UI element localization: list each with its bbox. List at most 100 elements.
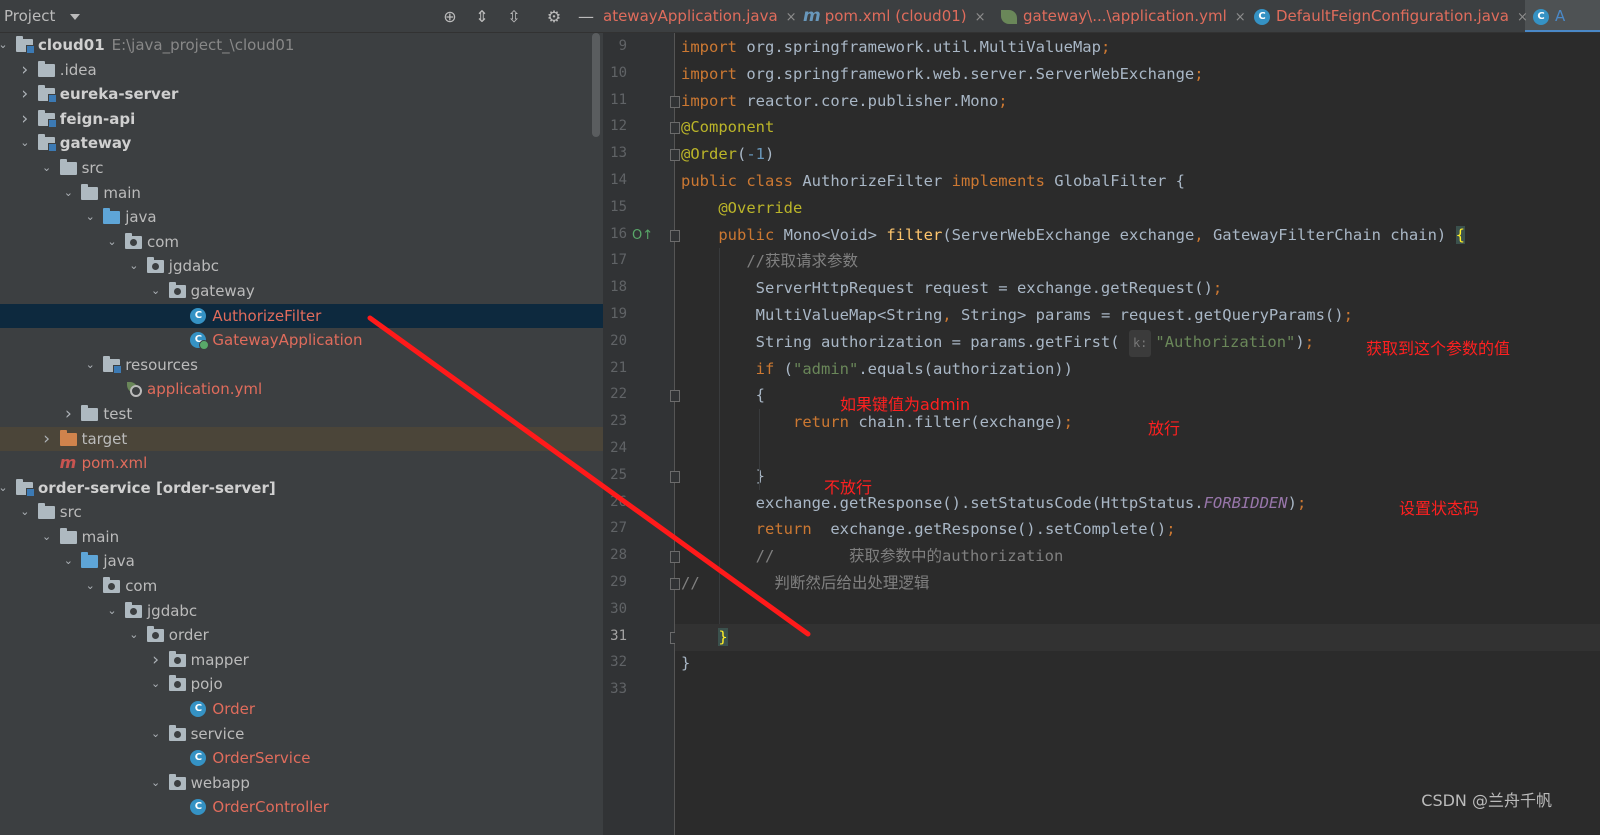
chevron-down-icon[interactable]: ⌄ [40, 156, 54, 181]
code-line[interactable]: ServerHttpRequest request = exchange.get… [681, 275, 1223, 302]
tree-item[interactable]: ⌄ gateway [0, 279, 603, 304]
tree-item[interactable]: ⌄ main [0, 181, 603, 206]
line-number-gutter[interactable]: 9 10 11 12 13 14 15 16 17 18 19 20 21 22 23 24 25 26 27 28 2… [603, 33, 680, 835]
tree-item[interactable]: ⌄ com [0, 574, 603, 599]
code-editor[interactable]: import org.springframework.util.MultiVal… [675, 33, 1600, 835]
tree-item[interactable]: C Order [0, 697, 603, 722]
chevron-down-icon[interactable]: ⌄ [149, 771, 163, 796]
code-line[interactable]: MultiValueMap<String, String> params = r… [681, 302, 1353, 329]
chevron-down-icon[interactable]: ⌄ [83, 205, 97, 230]
tree-item[interactable]: ⌄ java [0, 549, 603, 574]
chevron-right-icon[interactable]: › [149, 648, 163, 673]
chevron-down-icon[interactable]: ⌄ [149, 722, 163, 747]
code-line[interactable]: @Override [681, 195, 802, 222]
tree-item[interactable]: ⌄ service [0, 722, 603, 747]
close-icon[interactable]: × [1235, 10, 1246, 25]
tree-item[interactable]: ⌄ jgdabc [0, 599, 603, 624]
code-line[interactable]: @Component [681, 114, 774, 141]
chevron-right-icon[interactable]: › [18, 107, 32, 132]
tree-item[interactable]: ⌄ order [0, 623, 603, 648]
chevron-down-icon[interactable]: ⌄ [127, 623, 141, 648]
code-line[interactable]: // 获取参数中的authorization [681, 543, 1064, 570]
chevron-right-icon[interactable]: › [18, 58, 32, 83]
editor-tab[interactable]: atewayApplication.java × [603, 0, 797, 32]
gear-icon[interactable]: ⚙ [544, 7, 564, 27]
code-line[interactable]: @Order(-1) [681, 141, 774, 168]
tree-item[interactable]: ⌄ gateway [0, 131, 603, 156]
code-line[interactable]: } [681, 463, 765, 490]
project-view-selector[interactable]: Project [4, 7, 55, 25]
tree-item[interactable]: m pom.xml [0, 451, 603, 476]
code-line[interactable]: import org.springframework.util.MultiVal… [681, 34, 1110, 61]
tree-item[interactable]: C AuthorizeFilter [0, 303, 603, 329]
tree-item[interactable]: ⌄ jgdabc [0, 254, 603, 279]
chevron-down-icon[interactable]: ⌄ [61, 181, 75, 206]
chevron-down-icon[interactable]: ⌄ [149, 279, 163, 304]
chevron-down-icon[interactable]: ⌄ [127, 254, 141, 279]
chevron-down-icon[interactable]: ⌄ [18, 131, 32, 156]
tree-item[interactable]: C GatewayApplication [0, 328, 603, 353]
tree-item[interactable]: ⌄ src [0, 500, 603, 525]
tree-item[interactable]: › mapper [0, 648, 603, 673]
code-line[interactable]: import org.springframework.web.server.Se… [681, 61, 1204, 88]
tree-item[interactable]: application.yml [0, 377, 603, 402]
tree-item[interactable]: ⌄ com [0, 230, 603, 255]
project-scrollbar[interactable] [592, 33, 600, 137]
chevron-down-icon[interactable]: ⌄ [0, 33, 10, 58]
tree-item[interactable]: › feign-api [0, 107, 603, 132]
code-line[interactable]: //获取请求参数 [681, 248, 858, 275]
tree-item[interactable]: ⌄ resources [0, 353, 603, 378]
code-line[interactable]: public class AuthorizeFilter implements … [681, 168, 1185, 195]
override-marker-icon[interactable]: O↑ [632, 228, 653, 243]
tree-item[interactable]: ⌄ pojo [0, 672, 603, 697]
code-line[interactable]: exchange.getResponse().setStatusCode(Htt… [681, 490, 1307, 517]
editor-tab[interactable]: CA [1533, 0, 1565, 32]
close-icon[interactable]: × [1517, 10, 1528, 25]
chevron-down-icon[interactable]: ⌄ [40, 525, 54, 550]
chevron-down-icon[interactable]: ⌄ [105, 599, 119, 624]
package-icon [103, 577, 121, 594]
tree-item[interactable]: › .idea [0, 58, 603, 83]
tree-item[interactable]: ⌄ order-service [order-server] [0, 476, 603, 501]
tree-item[interactable]: ⌄ java [0, 205, 603, 230]
tree-item[interactable]: ⌄ src [0, 156, 603, 181]
chevron-down-icon[interactable]: ⌄ [18, 500, 32, 525]
collapse-all-icon[interactable]: ⇳ [504, 7, 524, 27]
editor-tab[interactable]: gateway\...\application.yml × [1001, 0, 1246, 32]
code-line[interactable]: String authorization = params.getFirst( … [681, 329, 1314, 357]
hide-panel-icon[interactable]: — [576, 7, 596, 27]
code-line[interactable]: return exchange.getResponse().setComplet… [681, 516, 1176, 543]
chevron-down-icon[interactable]: ⌄ [61, 549, 75, 574]
close-icon[interactable]: × [786, 10, 797, 25]
code-line[interactable]: } [681, 624, 728, 651]
locate-file-icon[interactable]: ⊕ [440, 7, 460, 27]
chevron-down-icon[interactable]: ⌄ [149, 672, 163, 697]
code-token: "Authorization" [1155, 332, 1296, 351]
chevron-down-icon[interactable]: ⌄ [83, 574, 97, 599]
code-line[interactable]: public Mono<Void> filter(ServerWebExchan… [681, 222, 1465, 249]
expand-all-icon[interactable]: ⇕ [472, 7, 492, 27]
tree-item[interactable]: ⌄ main [0, 525, 603, 550]
code-line[interactable]: import reactor.core.publisher.Mono; [681, 88, 1008, 115]
chevron-right-icon[interactable]: › [61, 402, 75, 427]
chevron-right-icon[interactable]: › [18, 82, 32, 107]
editor-tab[interactable]: m pom.xml (cloud01) × [803, 0, 986, 32]
tree-item[interactable]: C OrderController [0, 795, 603, 820]
code-line[interactable]: { [681, 382, 765, 409]
tree-item[interactable]: C OrderService [0, 746, 603, 771]
chevron-down-icon[interactable]: ⌄ [105, 230, 119, 255]
chevron-down-icon[interactable] [70, 14, 80, 20]
tree-item[interactable]: ⌄ cloud01 E:\java_project_\cloud01 [0, 33, 603, 58]
tree-item[interactable]: › target [0, 426, 603, 452]
chevron-down-icon[interactable]: ⌄ [0, 476, 10, 501]
code-line[interactable]: if ("admin".equals(authorization)) [681, 356, 1073, 383]
editor-tab[interactable]: C DefaultFeignConfiguration.java × [1254, 0, 1528, 32]
tree-item[interactable]: › eureka-server [0, 82, 603, 107]
chevron-right-icon[interactable]: › [40, 427, 54, 452]
project-tree[interactable]: ⌄ cloud01 E:\java_project_\cloud01 › .idea › e… [0, 33, 603, 820]
chevron-down-icon[interactable]: ⌄ [83, 353, 97, 378]
close-icon[interactable]: × [975, 10, 986, 25]
tree-item[interactable]: › test [0, 402, 603, 427]
tree-item[interactable]: ⌄ webapp [0, 771, 603, 796]
code-line[interactable]: } [681, 650, 690, 677]
